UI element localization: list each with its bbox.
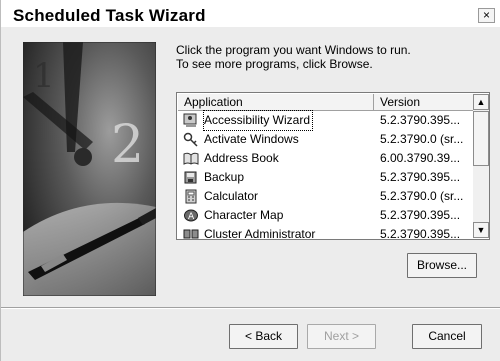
footer-separator	[1, 307, 500, 309]
cancel-button[interactable]: Cancel	[412, 324, 482, 349]
svg-text:2: 2	[111, 115, 144, 175]
column-header-application[interactable]: Application	[178, 94, 374, 111]
list-item-name: Cluster Administrator	[204, 227, 316, 240]
list-item-name: Backup	[204, 170, 245, 184]
list-item-name: Address Book	[204, 151, 279, 165]
list-item-name: Activate Windows	[204, 132, 299, 146]
list-item-version: 5.2.3790.395...	[380, 170, 461, 184]
browse-button[interactable]: Browse...	[407, 253, 477, 278]
list-item[interactable]: Cluster Administrator 5.2.3790.395...	[178, 225, 474, 240]
vertical-scrollbar[interactable]: ▲ ▼	[473, 94, 489, 238]
list-item-name: Character Map	[204, 208, 284, 222]
list-item-version: 5.2.3790.0 (sr...	[380, 189, 464, 203]
scroll-up-button[interactable]: ▲	[473, 94, 489, 110]
wizard-artwork: 2 1	[23, 42, 156, 296]
clock-pen-illustration: 2 1	[23, 42, 156, 296]
accessibility-wizard-icon	[183, 113, 199, 128]
list-item-version: 6.00.3790.39...	[380, 151, 461, 165]
list-item-version: 5.2.3790.395...	[380, 208, 461, 222]
instruction-line-1: Click the program you want Windows to ru…	[176, 43, 411, 57]
list-item[interactable]: Address Book 6.00.3790.39...	[178, 149, 474, 168]
address-book-icon	[183, 151, 199, 166]
list-item-version: 5.2.3790.395...	[380, 227, 461, 240]
scroll-down-button[interactable]: ▼	[473, 222, 489, 238]
svg-text:A: A	[188, 212, 195, 222]
list-item[interactable]: A Character Map 5.2.3790.395...	[178, 206, 474, 225]
list-header: Application Version	[178, 94, 474, 111]
scheduled-task-wizard-dialog: Scheduled Task Wizard × 2 1 Click the pr…	[0, 0, 500, 361]
list-item[interactable]: Calculator 5.2.3790.0 (sr...	[178, 187, 474, 206]
list-item[interactable]: Accessibility Wizard 5.2.3790.395...	[178, 110, 474, 131]
activate-windows-icon	[183, 132, 199, 147]
close-button[interactable]: ×	[478, 8, 495, 23]
list-item[interactable]: Activate Windows 5.2.3790.0 (sr...	[178, 130, 474, 149]
program-list[interactable]: Application Version Accessibility Wizard…	[176, 92, 490, 240]
list-item-name: Calculator	[204, 189, 259, 203]
calculator-icon	[183, 189, 199, 204]
instruction-line-2: To see more programs, click Browse.	[176, 57, 373, 71]
next-button[interactable]: Next >	[307, 324, 376, 349]
list-item-version: 5.2.3790.395...	[380, 113, 461, 127]
instructions: Click the program you want Windows to ru…	[176, 43, 411, 71]
title-bar: Scheduled Task Wizard ×	[1, 0, 500, 27]
column-header-version[interactable]: Version	[374, 94, 474, 111]
cluster-administrator-icon	[183, 227, 199, 239]
list-item-version: 5.2.3790.0 (sr...	[380, 132, 464, 146]
scrollbar-thumb[interactable]	[473, 111, 489, 166]
character-map-icon: A	[183, 208, 199, 223]
svg-text:1: 1	[33, 56, 55, 96]
list-item[interactable]: Backup 5.2.3790.395...	[178, 168, 474, 187]
backup-icon	[183, 170, 199, 185]
back-button[interactable]: < Back	[229, 324, 298, 349]
list-item-name: Accessibility Wizard	[202, 110, 314, 131]
window-title: Scheduled Task Wizard	[13, 6, 206, 25]
